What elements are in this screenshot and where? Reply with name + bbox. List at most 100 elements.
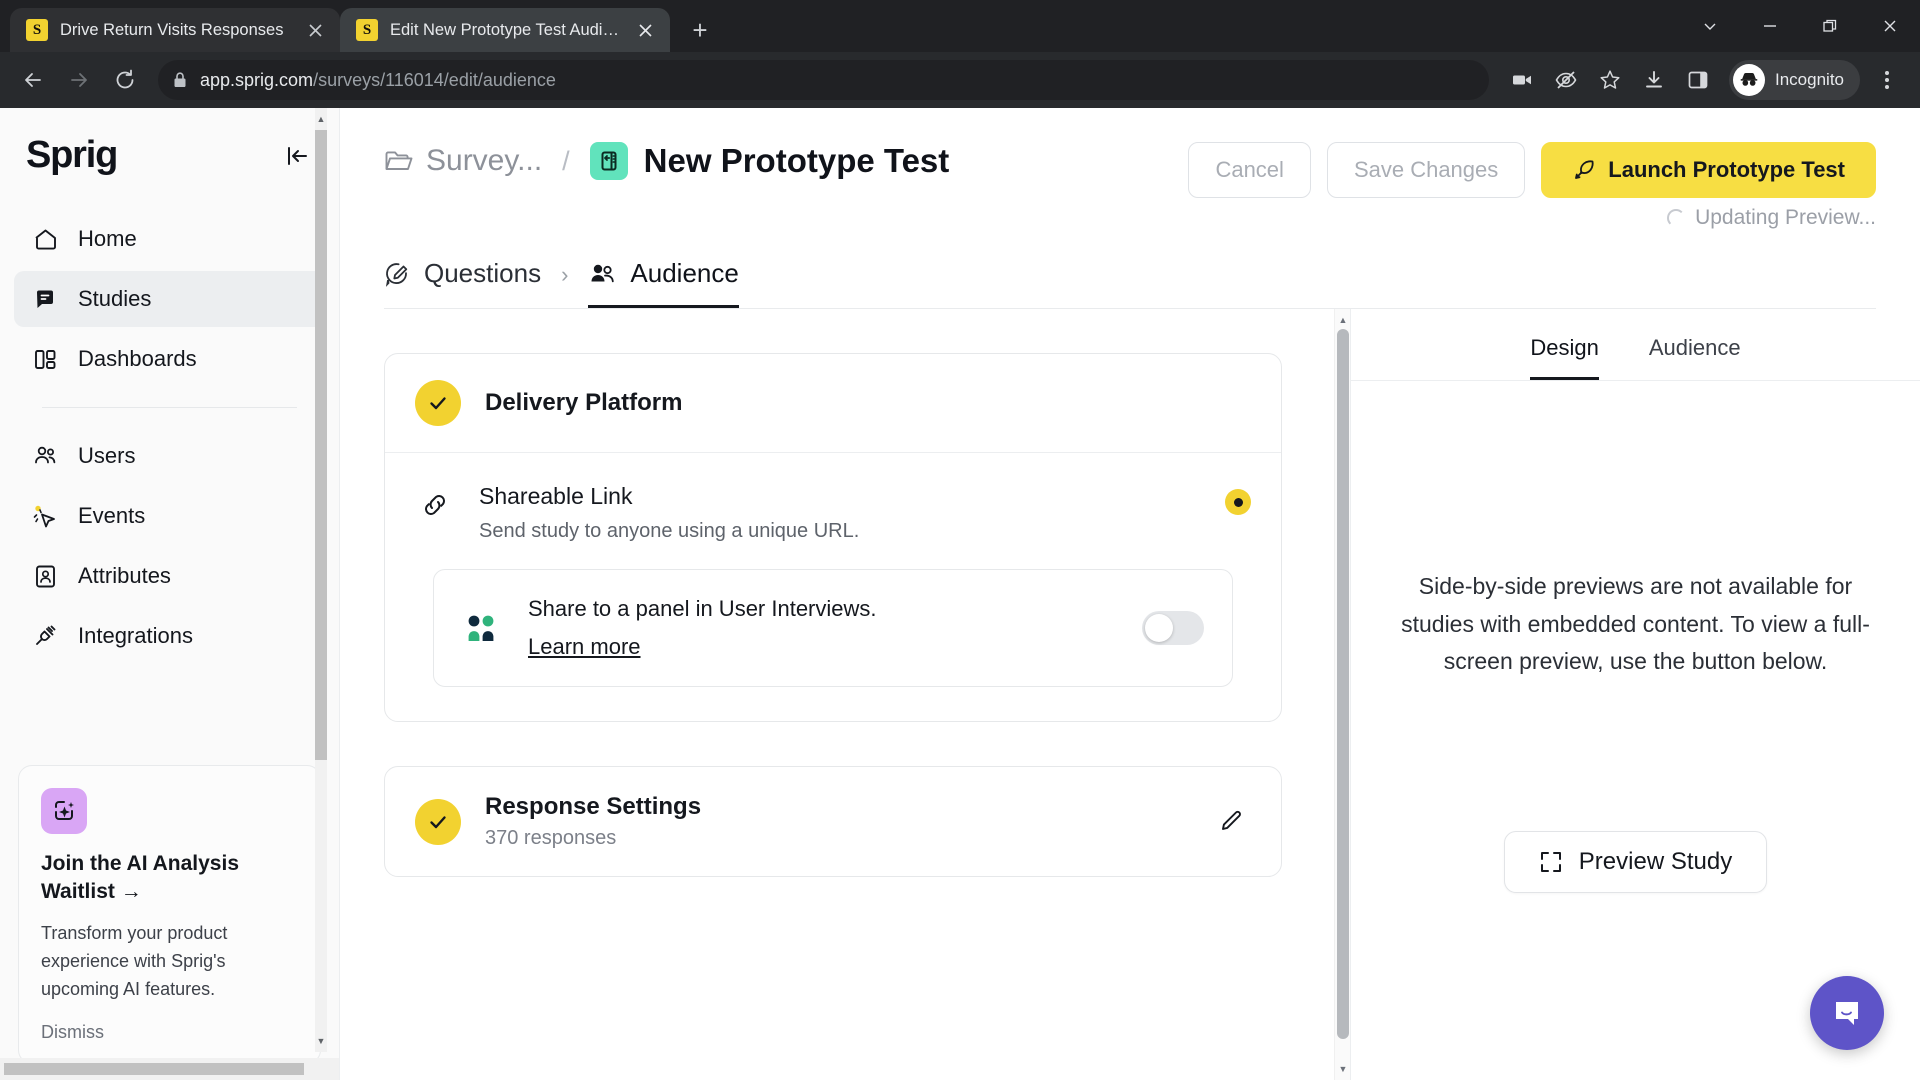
- response-settings-header: Response Settings 370 responses: [385, 767, 1281, 876]
- tab-label: Questions: [424, 258, 542, 288]
- url-text: app.sprig.com/surveys/116014/edit/audien…: [200, 69, 556, 90]
- sidebar-horizontal-scrollbar[interactable]: [0, 1058, 339, 1080]
- collapse-sidebar-icon[interactable]: [281, 140, 313, 172]
- breadcrumb: Survey... / New Prototype Test: [384, 142, 1188, 180]
- breadcrumb-folder-label: Survey...: [426, 144, 543, 177]
- eye-off-icon[interactable]: [1545, 59, 1587, 101]
- star-icon[interactable]: [1589, 59, 1631, 101]
- reload-icon[interactable]: [104, 59, 146, 101]
- preview-tab-audience[interactable]: Audience: [1649, 335, 1741, 380]
- close-icon[interactable]: [632, 17, 658, 43]
- sidebar-item-integrations[interactable]: Integrations: [14, 608, 325, 664]
- chevron-down-icon[interactable]: [1680, 0, 1740, 52]
- sidebar-scroll-up-icon[interactable]: ▲: [315, 108, 327, 130]
- scroll-up-icon[interactable]: ▲: [1335, 311, 1351, 329]
- dashboards-icon: [30, 344, 60, 374]
- sidebar-item-events[interactable]: Events: [14, 488, 325, 544]
- shareable-link-radio[interactable]: [1225, 489, 1251, 515]
- integrations-icon: [30, 621, 60, 651]
- cancel-button[interactable]: Cancel: [1188, 142, 1311, 198]
- card-title: Delivery Platform: [485, 389, 683, 416]
- sidebar-item-attributes[interactable]: Attributes: [14, 548, 325, 604]
- edit-response-settings-icon[interactable]: [1213, 803, 1251, 841]
- sidebar-item-label: Users: [78, 443, 136, 468]
- tab-audience[interactable]: Audience: [588, 258, 739, 308]
- people-icon: [588, 261, 616, 287]
- content-split: Delivery Platform Shareable Link Send st…: [340, 309, 1920, 1080]
- close-window-icon[interactable]: [1860, 0, 1920, 52]
- tab-title: Drive Return Visits Responses: [60, 20, 284, 39]
- close-icon[interactable]: [302, 17, 328, 43]
- camera-icon[interactable]: [1501, 59, 1543, 101]
- sidebar-item-label: Attributes: [78, 563, 171, 588]
- sidebar-item-users[interactable]: Users: [14, 428, 325, 484]
- prototype-study-icon: [589, 142, 628, 180]
- address-bar[interactable]: app.sprig.com/surveys/116014/edit/audien…: [158, 60, 1489, 100]
- forward-icon[interactable]: [58, 59, 100, 101]
- scroll-down-icon[interactable]: ▼: [1335, 1060, 1351, 1078]
- sprig-logo[interactable]: Sprig: [26, 134, 118, 177]
- toolbar-icons: [1501, 59, 1719, 101]
- chat-launcher-button[interactable]: [1810, 976, 1884, 1050]
- tab-strip: S Drive Return Visits Responses S Edit N…: [0, 0, 1920, 52]
- minimize-icon[interactable]: [1740, 0, 1800, 52]
- tab-separator-icon: ›: [561, 262, 569, 287]
- page-header: Survey... / New Prototype Test Cancel Sa…: [340, 108, 1920, 230]
- incognito-avatar-icon: [1733, 64, 1765, 96]
- card-title: Response Settings: [485, 793, 702, 820]
- spinner-icon: [1667, 209, 1686, 227]
- learn-more-link[interactable]: Learn more: [528, 634, 641, 660]
- preview-study-button[interactable]: Preview Study: [1503, 831, 1768, 894]
- delivery-platform-header[interactable]: Delivery Platform: [385, 354, 1281, 452]
- new-tab-button[interactable]: +: [680, 10, 720, 50]
- back-icon[interactable]: [12, 59, 54, 101]
- users-icon: [30, 441, 60, 471]
- sidebar-item-label: Events: [78, 503, 146, 528]
- check-icon: [415, 798, 461, 845]
- studies-icon: [30, 284, 60, 314]
- sidebar-hscroll-thumb[interactable]: [4, 1063, 304, 1075]
- browser-tab-2[interactable]: S Edit New Prototype Test Audience: [340, 8, 670, 52]
- sidebar-item-home[interactable]: Home: [14, 211, 325, 267]
- sidebar-item-label: Integrations: [78, 623, 193, 648]
- lock-icon: [172, 71, 188, 89]
- share-to-panel-toggle[interactable]: [1142, 611, 1204, 645]
- tab-questions[interactable]: Questions: [384, 258, 541, 308]
- ai-sparkle-icon: [41, 787, 87, 834]
- preview-pane: Design Audience Side-by-side previews ar…: [1350, 309, 1920, 1080]
- side-panel-icon[interactable]: [1677, 59, 1719, 101]
- study-tabs: Questions › Audience: [340, 258, 1920, 308]
- shareable-link-option[interactable]: Shareable Link Send study to anyone usin…: [385, 453, 1281, 543]
- profile-chip[interactable]: Incognito: [1729, 60, 1860, 100]
- launch-button-label: Launch Prototype Test: [1608, 157, 1845, 182]
- launch-prototype-test-button[interactable]: Launch Prototype Test: [1541, 142, 1876, 198]
- check-icon: [415, 380, 461, 426]
- content-scrollbar[interactable]: ▲ ▼: [1334, 309, 1350, 1080]
- profile-label: Incognito: [1775, 70, 1844, 89]
- maximize-icon[interactable]: [1800, 0, 1860, 52]
- promo-title: Join the AI Analysis Waitlist →: [41, 851, 239, 903]
- response-settings-card[interactable]: Response Settings 370 responses: [384, 766, 1282, 877]
- sidebar-item-dashboards[interactable]: Dashboards: [14, 331, 325, 387]
- page-viewport: Sprig Home Studies Dashboards Users Even…: [0, 108, 1920, 1080]
- save-changes-button[interactable]: Save Changes: [1326, 142, 1526, 198]
- sidebar-item-studies[interactable]: Studies: [14, 271, 325, 327]
- browser-menu-icon[interactable]: [1866, 59, 1908, 101]
- sidebar-scroll-down-icon[interactable]: ▼: [315, 1030, 327, 1052]
- tab-label: Audience: [630, 258, 739, 288]
- sidebar-nav: Home Studies Dashboards Users Events Att…: [0, 211, 339, 668]
- browser-tab-1[interactable]: S Drive Return Visits Responses: [10, 8, 340, 52]
- sprig-favicon-icon: S: [356, 19, 378, 41]
- content-scrollbar-thumb[interactable]: [1337, 329, 1349, 1039]
- sidebar-scrollbar-thumb[interactable]: [315, 130, 327, 760]
- breadcrumb-folder-link[interactable]: Survey...: [384, 144, 542, 178]
- ai-waitlist-promo-card[interactable]: Join the AI Analysis Waitlist → Transfor…: [18, 764, 321, 1064]
- app-sidebar: Sprig Home Studies Dashboards Users Even…: [0, 108, 340, 1080]
- download-icon[interactable]: [1633, 59, 1675, 101]
- promo-body: Transform your product experience with S…: [41, 923, 228, 1000]
- rocket-icon: [1572, 158, 1596, 182]
- sidebar-item-label: Home: [78, 226, 137, 251]
- header-button-row: Cancel Save Changes Launch Prototype Tes…: [1188, 142, 1876, 198]
- dismiss-promo-button[interactable]: Dismiss: [41, 1022, 298, 1043]
- preview-tab-design[interactable]: Design: [1530, 335, 1599, 380]
